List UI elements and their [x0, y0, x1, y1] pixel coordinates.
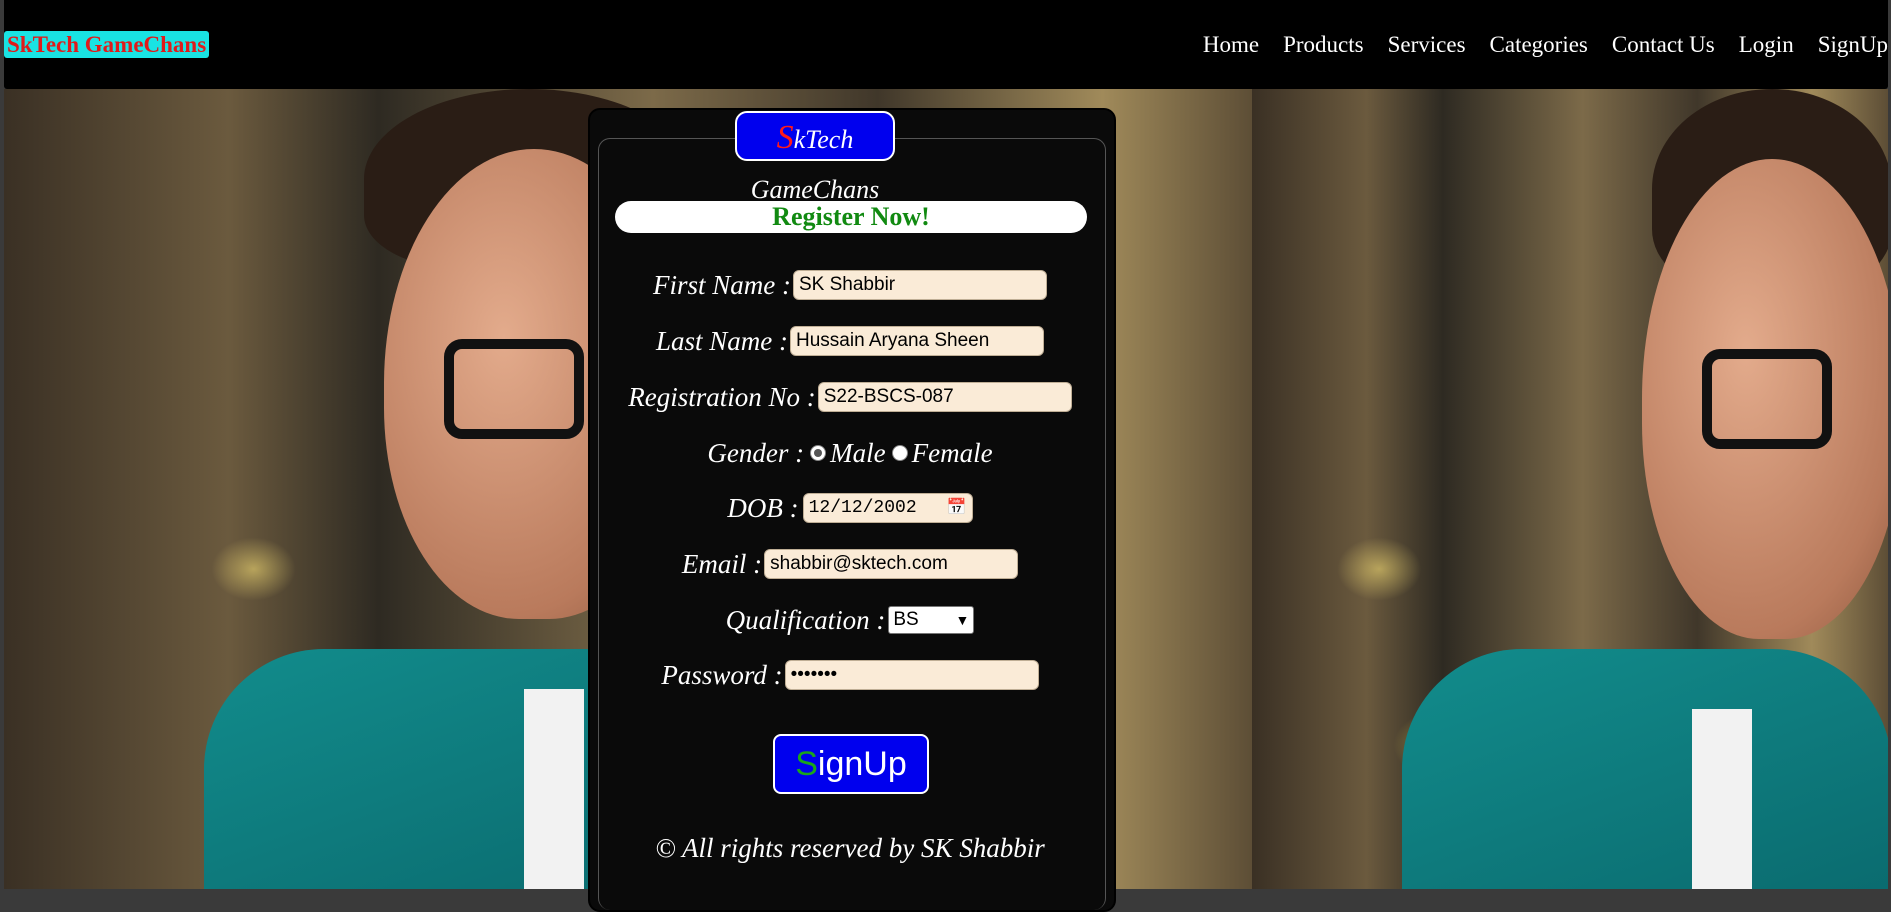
brand-logo[interactable]: SkTech GameChans	[4, 31, 210, 58]
qualification-select[interactable]: BS ▼	[888, 606, 975, 634]
nav-services[interactable]: Services	[1388, 30, 1466, 59]
nav-products[interactable]: Products	[1283, 30, 1364, 59]
last-name-row: Last Name : Hussain Aryana Sheen	[600, 325, 1100, 357]
gender-female-radio[interactable]	[891, 445, 908, 461]
qualification-label: Qualification :	[725, 604, 886, 635]
jacket	[1402, 649, 1888, 889]
nav-home[interactable]: Home	[1203, 30, 1259, 59]
chevron-down-icon: ▼	[955, 612, 970, 628]
password-label: Password :	[661, 659, 783, 690]
first-name-label: First Name :	[653, 269, 791, 300]
last-name-label: Last Name :	[655, 325, 788, 356]
email-label: Email :	[681, 548, 763, 579]
nav-signup[interactable]: SignUp	[1818, 30, 1888, 59]
registration-label: Registration No :	[628, 381, 816, 412]
logo-text: kTech GameChans	[750, 125, 880, 204]
logo-initial: S	[776, 119, 794, 156]
email-row: Email : shabbir@sktech.com	[600, 548, 1100, 580]
register-heading: Register Now!	[615, 201, 1087, 233]
gender-female-label: Female	[911, 437, 993, 468]
password-row: Password : •••••••	[600, 659, 1100, 691]
gender-row: Gender : Male Female	[600, 437, 1100, 469]
signup-initial: S	[795, 745, 818, 783]
gender-label: Gender :	[707, 437, 805, 468]
calendar-icon[interactable]: 📅	[947, 500, 967, 516]
nav-links: Home Products Services Categories Contac…	[1179, 30, 1888, 59]
shirt	[524, 689, 584, 889]
glasses	[1702, 349, 1832, 449]
copyright-text: © All rights reserved by SK Shabbir	[655, 833, 1045, 863]
last-name-input[interactable]: Hussain Aryana Sheen	[790, 326, 1044, 356]
password-input[interactable]: •••••••	[784, 660, 1039, 690]
nav-login[interactable]: Login	[1739, 30, 1794, 59]
qualification-row: Qualification : BS ▼	[600, 604, 1100, 636]
gender-male-radio[interactable]	[810, 445, 827, 461]
gender-male-label: Male	[830, 437, 886, 468]
dob-row: DOB : 12/12/2002 📅	[600, 492, 1100, 524]
navbar: SkTech GameChans Home Products Services …	[4, 0, 1888, 89]
form-logo-badge: SkTech GameChans	[735, 111, 895, 204]
dob-value: 12/12/2002	[808, 498, 917, 518]
panel-inner-border	[598, 138, 1106, 910]
first-name-input[interactable]: SK Shabbir	[793, 270, 1047, 300]
background-photo-right	[1252, 89, 1888, 889]
nav-contact-us[interactable]: Contact Us	[1612, 30, 1715, 59]
registration-input[interactable]: S22-BSCS-087	[817, 382, 1072, 412]
registration-row: Registration No : S22-BSCS-087	[600, 381, 1100, 413]
email-input[interactable]: shabbir@sktech.com	[764, 549, 1019, 579]
dob-label: DOB :	[727, 492, 799, 523]
shirt	[1692, 709, 1752, 889]
glasses	[444, 339, 584, 439]
first-name-row: First Name : SK Shabbir	[600, 269, 1100, 301]
nav-categories[interactable]: Categories	[1490, 30, 1588, 59]
signup-button[interactable]: SignUp	[773, 734, 929, 794]
dob-input[interactable]: 12/12/2002 📅	[802, 493, 973, 523]
qualification-value: BS	[893, 609, 919, 630]
signup-label: ignUp	[817, 745, 907, 783]
